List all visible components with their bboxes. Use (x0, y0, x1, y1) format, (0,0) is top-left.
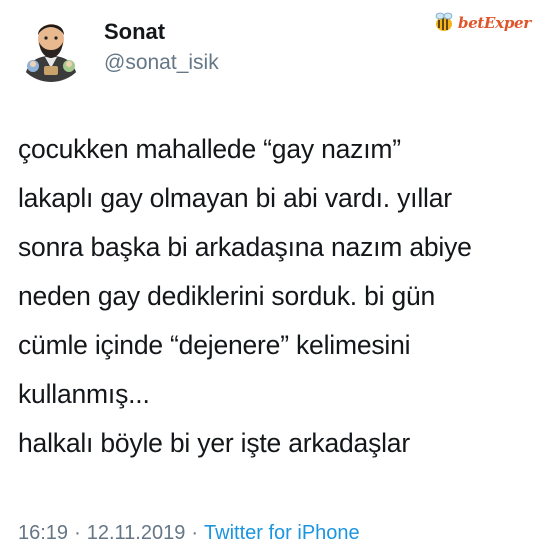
tweet-footer: 16:19 · 12.11.2019 · Twitter for iPhone (18, 522, 360, 545)
author-handle[interactable]: @sonat_isik (104, 51, 219, 75)
author-display-name[interactable]: Sonat (104, 19, 165, 45)
tweet-text-line: lakaplı gay olmayan bi abi vardı. yıllar (18, 183, 452, 213)
footer-separator: · (191, 522, 199, 544)
cartoon-avatar-icon (14, 8, 88, 82)
tweet-text-line: halkalı böyle bi yer işte arkadaşlar (18, 428, 410, 458)
tweet-text-line: çocukken mahallede “gay nazım” (18, 134, 401, 164)
tweet-text-line: kullanmış... (18, 379, 150, 409)
tweet-card: Sonat @sonat_isik betExper çocukken maha… (0, 0, 555, 553)
tweet-text-line: neden gay dediklerini sorduk. bi gün (18, 281, 436, 311)
watermark-text: betExper (458, 14, 531, 32)
watermark-logo: betExper (432, 12, 532, 36)
tweet-text-line: cümle içinde “dejenere” kelimesini (18, 330, 411, 360)
author-avatar[interactable] (14, 8, 88, 82)
tweet-text-line: sonra başka bi arkadaşına nazım abiye (18, 232, 472, 262)
tweet-text: çocukken mahallede “gay nazım” lakaplı g… (18, 125, 548, 468)
tweet-source-link[interactable]: Twitter for iPhone (204, 522, 360, 544)
footer-separator: · (74, 522, 81, 544)
tweet-time[interactable]: 16:19 (18, 522, 68, 544)
tweet-date[interactable]: 12.11.2019 (87, 522, 186, 544)
